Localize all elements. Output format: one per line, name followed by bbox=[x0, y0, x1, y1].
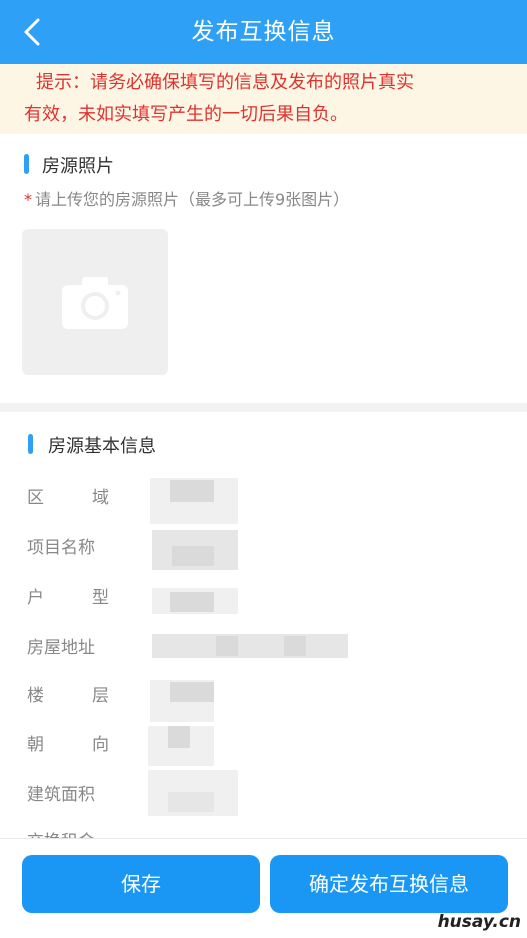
section-divider bbox=[0, 403, 527, 412]
field-label: 项目名称 bbox=[27, 538, 95, 558]
field-label: 户型 bbox=[27, 588, 109, 608]
field-project-name[interactable]: 项目名称 bbox=[0, 524, 527, 572]
field-label: 楼层 bbox=[27, 686, 109, 706]
field-district[interactable]: 区域 bbox=[0, 474, 527, 522]
field-label: 区域 bbox=[27, 488, 109, 508]
basic-info-section-title: 房源基本信息 bbox=[48, 436, 156, 457]
notice-line-2: 有效，未如实填写产生的一切后果自负。 bbox=[24, 104, 348, 125]
photo-upload-button[interactable] bbox=[22, 229, 168, 375]
section-accent-bar bbox=[28, 434, 33, 454]
field-floor-area[interactable]: 建筑面积 bbox=[0, 771, 527, 819]
field-orientation[interactable]: 朝向 bbox=[0, 721, 527, 769]
bottom-action-bar: 保存 确定发布互换信息 husay.cn bbox=[0, 838, 527, 938]
notice-banner: 提示：请务必确保填写的信息及发布的照片真实 有效，未如实填写产生的一切后果自负。 bbox=[0, 64, 527, 134]
field-label: 朝向 bbox=[27, 735, 109, 755]
field-floor[interactable]: 楼层 bbox=[0, 672, 527, 720]
camera-icon bbox=[62, 277, 128, 329]
field-layout[interactable]: 户型 bbox=[0, 574, 527, 622]
photo-upload-hint: * 请上传您的房源照片（最多可上传9张图片） bbox=[24, 186, 349, 210]
publish-button[interactable]: 确定发布互换信息 bbox=[270, 855, 508, 913]
photo-hint-text: 请上传您的房源照片（最多可上传9张图片） bbox=[35, 190, 350, 209]
watermark: husay.cn bbox=[437, 912, 521, 932]
notice-line-1: 提示：请务必确保填写的信息及发布的照片真实 bbox=[36, 72, 414, 93]
required-mark: * bbox=[24, 190, 32, 209]
app-header: 发布互换信息 bbox=[0, 0, 527, 64]
save-button[interactable]: 保存 bbox=[22, 855, 260, 913]
field-label: 房屋地址 bbox=[27, 638, 95, 658]
field-label: 建筑面积 bbox=[27, 785, 95, 805]
section-accent-bar bbox=[24, 154, 29, 174]
photos-section-title: 房源照片 bbox=[42, 156, 114, 177]
page-title: 发布互换信息 bbox=[191, 19, 336, 45]
